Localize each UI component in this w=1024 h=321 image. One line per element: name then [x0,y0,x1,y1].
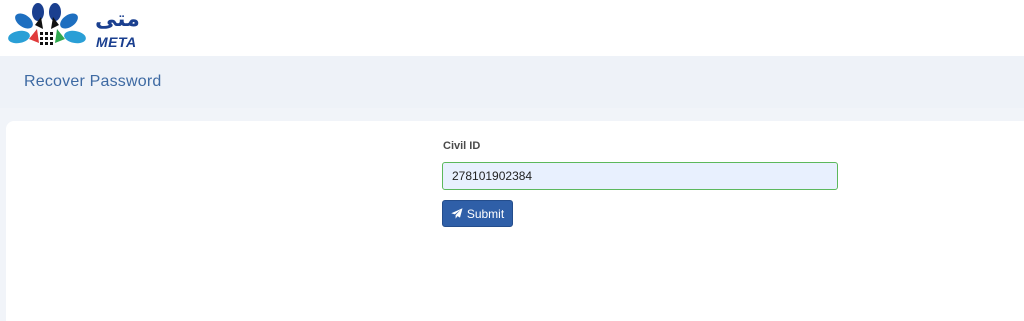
logo-arabic-text: متى [95,7,140,32]
logo-english-text: META [96,34,137,50]
civil-id-input[interactable] [442,162,838,190]
meta-logo[interactable]: متى META [7,3,142,51]
logo-emblem-icon [8,3,86,45]
submit-button-label: Submit [466,206,505,221]
paper-plane-icon [451,208,463,219]
form-card [6,121,1024,321]
page-title: Recover Password [24,73,162,90]
top-bar: متى META [0,0,1024,56]
submit-button[interactable]: Submit [442,200,513,227]
civil-id-label: Civil ID [443,140,481,152]
